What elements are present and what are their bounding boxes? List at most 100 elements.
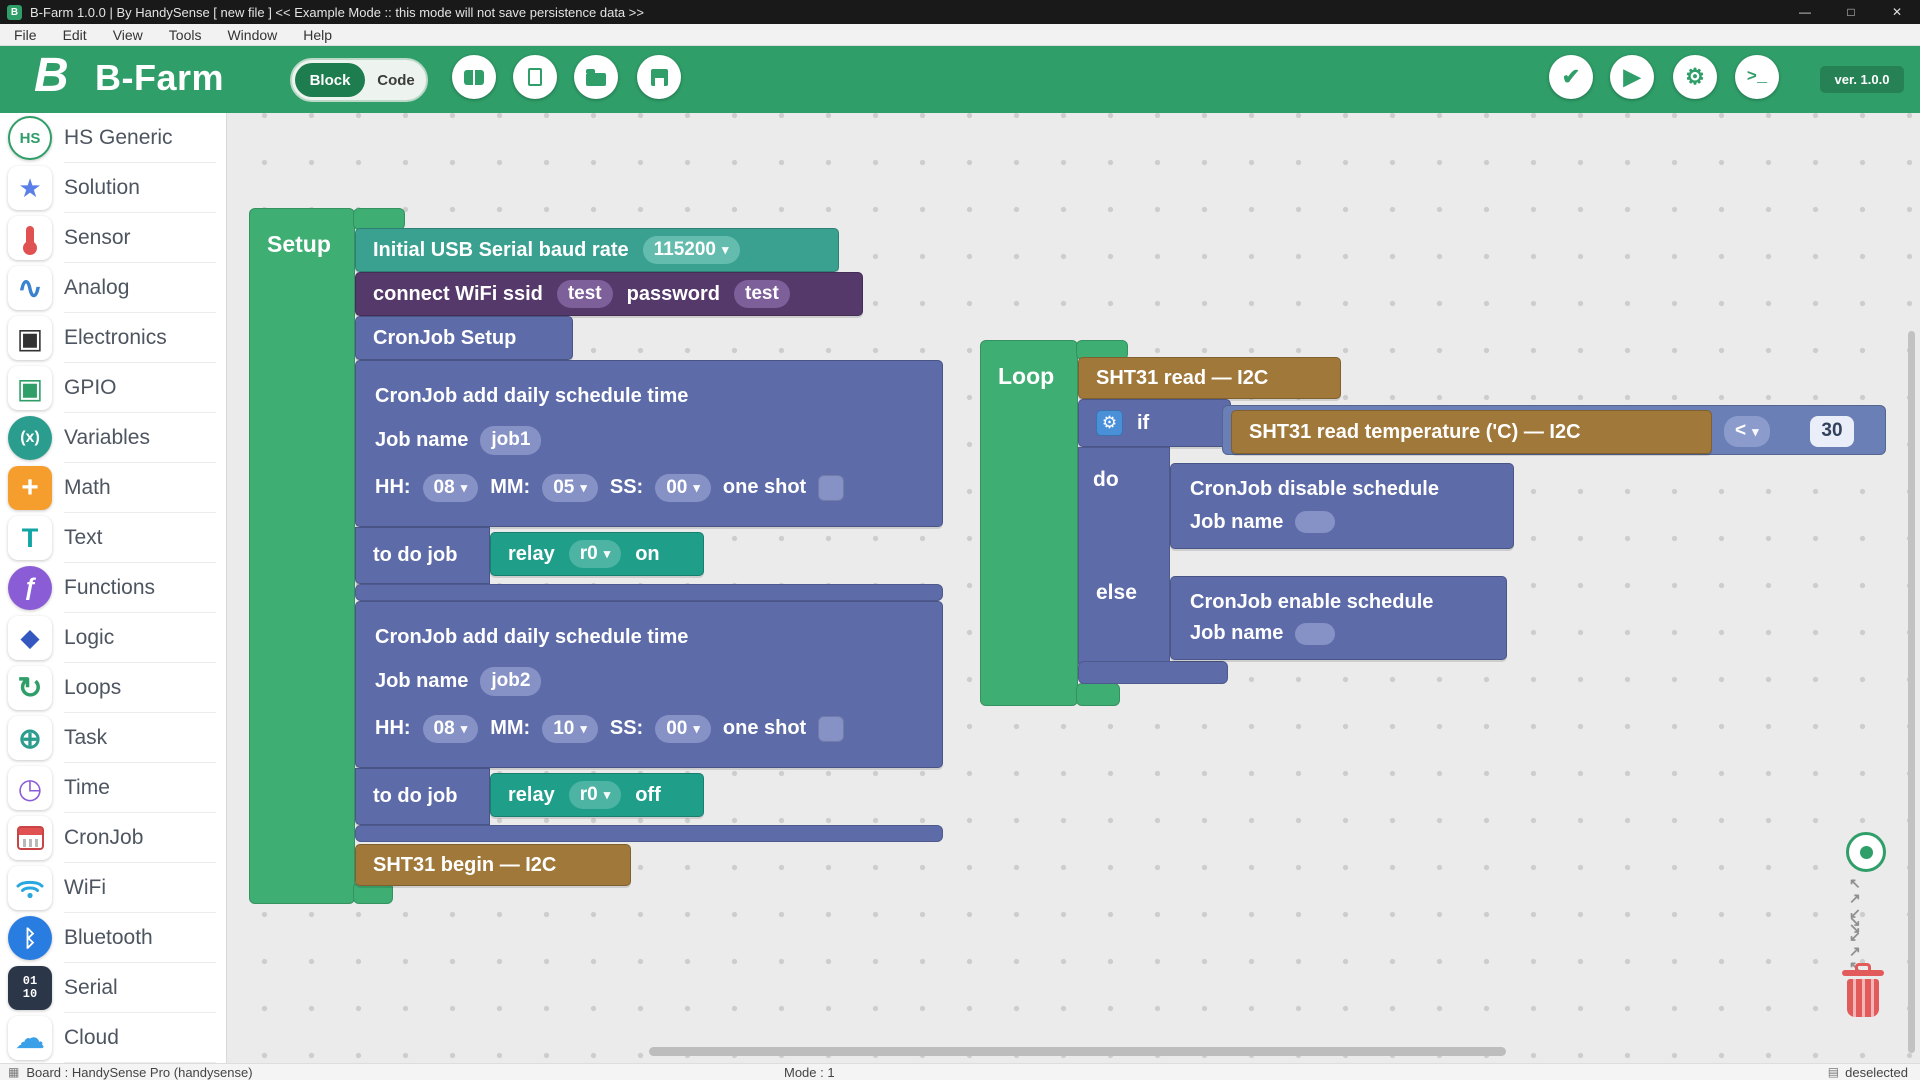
relay-off-block[interactable]: relay r0▾ off [490, 773, 704, 817]
sidebar-item-wifi[interactable]: WiFi [0, 863, 226, 913]
verify-button[interactable]: ✔ [1549, 55, 1593, 99]
menu-tools[interactable]: Tools [169, 27, 202, 43]
maximize-button[interactable]: □ [1828, 0, 1874, 24]
sidebar-item-hs-generic[interactable]: HS HS Generic [0, 113, 226, 163]
cron1-bottom-strip [355, 584, 943, 601]
sht31-read-block[interactable]: SHT31 read — I2C [1078, 357, 1341, 399]
compare-number-field[interactable]: 30 [1810, 416, 1854, 447]
settings-button[interactable]: ⚙ [1673, 55, 1717, 99]
sidebar-item-time[interactable]: ◷ Time [0, 763, 226, 813]
save-button[interactable] [637, 55, 681, 99]
minimize-button[interactable]: — [1782, 0, 1828, 24]
sidebar-item-math[interactable]: + Math [0, 463, 226, 513]
cronjob-add-schedule-block-2[interactable]: CronJob add daily schedule time Job name… [355, 601, 943, 768]
toggle-block-option[interactable]: Block [295, 63, 365, 97]
cron1-oneshot-label: one shot [723, 476, 806, 499]
relay1-channel-value: r0 [580, 543, 598, 566]
setup-block[interactable] [249, 208, 355, 904]
selection-status: ▤ deselected [1828, 1065, 1908, 1080]
center-view-icon[interactable] [1846, 832, 1886, 872]
horizontal-scrollbar[interactable] [649, 1047, 1506, 1056]
init-baud-rate-block[interactable]: Initial USB Serial baud rate 115200 ▾ [355, 228, 839, 272]
cron1-hh-dropdown[interactable]: 08▾ [423, 474, 479, 503]
cronjob-disable-block[interactable]: CronJob disable schedule Job name [1170, 463, 1514, 549]
menu-window[interactable]: Window [227, 27, 277, 43]
blockly-workspace[interactable]: Setup Initial USB Serial baud rate 11520… [227, 113, 1920, 1063]
example-button[interactable] [452, 55, 496, 99]
new-file-button[interactable] [513, 55, 557, 99]
loop-block[interactable] [980, 340, 1078, 706]
connect-wifi-block[interactable]: connect WiFi ssid test password test [355, 272, 863, 316]
menu-file[interactable]: File [14, 27, 37, 43]
do-label: do [1093, 468, 1119, 492]
sidebar-item-task[interactable]: ⊕ Task [0, 713, 226, 763]
if-block-bottom-strip [1078, 661, 1228, 684]
wifi-ssid-field[interactable]: test [557, 280, 613, 309]
relay-on-block[interactable]: relay r0▾ on [490, 532, 704, 576]
zoom-out-icon[interactable]: ↘ ↙ ↗ ↖ [1849, 926, 1885, 962]
sidebar-item-solution[interactable]: ★ Solution [0, 163, 226, 213]
loop-label: Loop [998, 363, 1054, 390]
trash-icon[interactable] [1835, 963, 1891, 1021]
baud-rate-dropdown[interactable]: 115200 ▾ [643, 236, 740, 265]
sidebar-item-functions[interactable]: ƒ Functions [0, 563, 226, 613]
wifi-password-field[interactable]: test [734, 280, 790, 309]
toggle-code-option[interactable]: Code [368, 63, 424, 97]
mutator-gear-icon[interactable]: ⚙ [1096, 410, 1123, 436]
dropdown-arrow-icon: ▾ [461, 480, 468, 496]
cron1-one-shot-checkbox[interactable] [818, 475, 844, 501]
board-status: ▦ Board : HandySense Pro (handysense) [8, 1065, 253, 1080]
sidebar-item-label: Text [64, 513, 216, 563]
sidebar-item-loops[interactable]: ↻ Loops [0, 663, 226, 713]
sidebar-item-variables[interactable]: (x) Variables [0, 413, 226, 463]
cron1-job-name-field[interactable]: job1 [480, 426, 541, 455]
cron2-job-name-field[interactable]: job2 [480, 667, 541, 696]
relay1-channel-dropdown[interactable]: r0 ▾ [569, 540, 622, 569]
relay2-channel-dropdown[interactable]: r0▾ [569, 781, 622, 810]
upload-run-button[interactable]: ▶ [1610, 55, 1654, 99]
if-block-header[interactable]: ⚙ if [1078, 399, 1231, 447]
cron2-one-shot-checkbox[interactable] [818, 716, 844, 742]
sht31-begin-block[interactable]: SHT31 begin — I2C [355, 844, 631, 886]
sidebar-item-cloud[interactable]: ☁ Cloud [0, 1013, 226, 1063]
cron2-ss-dropdown[interactable]: 00▾ [655, 715, 711, 744]
cronjob-add-schedule-block-1[interactable]: CronJob add daily schedule time Job name… [355, 360, 943, 527]
compare-operator-value: < [1735, 420, 1746, 443]
sidebar-item-cronjob[interactable]: CronJob [0, 813, 226, 863]
dropdown-arrow-icon: ▾ [604, 546, 611, 562]
center-dot [1860, 846, 1873, 859]
cron1-mm-dropdown[interactable]: 05▾ [542, 474, 598, 503]
clock-icon: ◷ [8, 766, 52, 810]
close-button[interactable]: ✕ [1874, 0, 1920, 24]
cron2-mm-dropdown[interactable]: 10▾ [542, 715, 598, 744]
cron-enable-job-field[interactable] [1295, 623, 1335, 645]
variables-icon: (x) [8, 416, 52, 460]
cron1-ss-dropdown[interactable]: 00▾ [655, 474, 711, 503]
menu-help[interactable]: Help [303, 27, 332, 43]
menu-edit[interactable]: Edit [63, 27, 87, 43]
cronjob-enable-block[interactable]: CronJob enable schedule Job name [1170, 576, 1507, 660]
terminal-button[interactable]: >_ [1735, 55, 1779, 99]
block-code-toggle[interactable]: Block Code [290, 58, 428, 102]
compare-operator-dropdown[interactable]: < ▾ [1724, 416, 1770, 447]
sht31-read-temperature-block[interactable]: SHT31 read temperature ('C) — I2C [1231, 410, 1712, 454]
app-name: B-Farm [95, 57, 224, 99]
book-icon [464, 70, 484, 85]
sidebar-item-logic[interactable]: ◆ Logic [0, 613, 226, 663]
sidebar-item-text[interactable]: T Text [0, 513, 226, 563]
cron2-hh-dropdown[interactable]: 08▾ [423, 715, 479, 744]
cron-disable-job-field[interactable] [1295, 511, 1335, 533]
sidebar-item-gpio[interactable]: ▣ GPIO [0, 363, 226, 413]
vertical-scrollbar[interactable] [1908, 331, 1915, 1053]
sidebar-item-analog[interactable]: ∿ Analog [0, 263, 226, 313]
header-toolbar: B B-Farm Block Code ✔ ▶ ⚙ >_ ver. 1.0.0 [0, 46, 1920, 113]
menu-view[interactable]: View [113, 27, 143, 43]
sidebar-item-serial[interactable]: 01 10 Serial [0, 963, 226, 1013]
sidebar-item-bluetooth[interactable]: ᛒ Bluetooth [0, 913, 226, 963]
sidebar-item-sensor[interactable]: Sensor [0, 213, 226, 263]
cronjob-setup-block[interactable]: CronJob Setup [355, 316, 573, 360]
cron1-job-label: Job name [375, 429, 468, 452]
sidebar-item-electronics[interactable]: ▣ Electronics [0, 313, 226, 363]
open-file-button[interactable] [574, 55, 618, 99]
board-icon: ▦ [8, 1065, 19, 1079]
